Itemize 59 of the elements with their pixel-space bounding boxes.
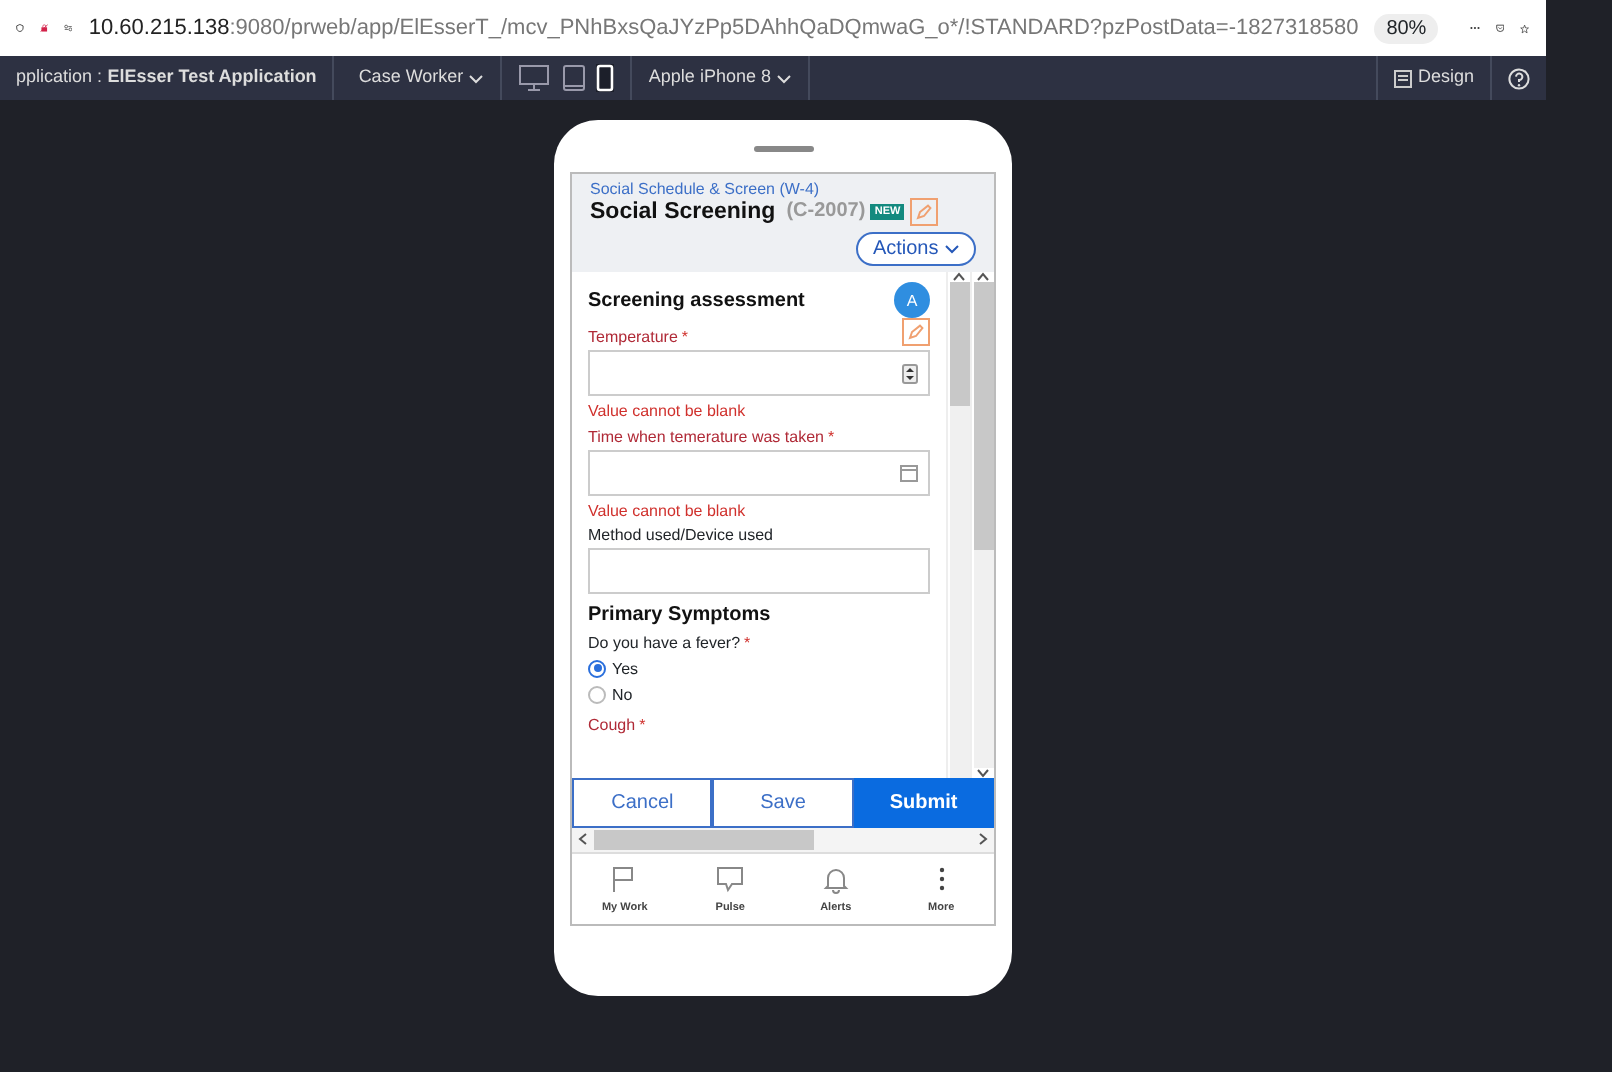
save-button[interactable]: Save [712, 777, 854, 828]
input-field[interactable] [588, 548, 930, 595]
section-heading: Screening assessment [588, 289, 805, 313]
chevron-down-icon [776, 73, 793, 83]
error-message: Value cannot be blank [588, 402, 748, 422]
pencil-icon [916, 204, 932, 221]
field-label: Temperature [588, 328, 678, 347]
application-name: ElEsser Test Application [107, 64, 317, 91]
device-dropdown[interactable]: Apple iPhone 8 [632, 56, 811, 100]
field-label: Time when temerature was taken [588, 427, 824, 446]
tablet-icon[interactable] [561, 64, 586, 92]
design-button[interactable]: Design [1378, 56, 1492, 100]
radio-option[interactable]: No [588, 686, 930, 705]
application-label: pplication : [16, 64, 103, 91]
input-field[interactable] [588, 449, 930, 496]
field-label: Do you have a fever? [588, 633, 741, 652]
calendar-icon[interactable] [900, 463, 918, 482]
design-icon [1394, 69, 1413, 87]
phone-icon[interactable] [596, 64, 615, 92]
help-icon[interactable] [1508, 67, 1530, 89]
error-message: Value cannot be blank [588, 501, 748, 520]
scrollbar-thumb[interactable] [949, 282, 969, 407]
radio-button[interactable] [588, 659, 606, 678]
bell-icon [821, 865, 850, 894]
radio-label: Yes [612, 659, 639, 679]
submit-button[interactable]: Submit [853, 777, 994, 828]
required-asterisk: * [827, 427, 835, 446]
radio-button[interactable] [588, 686, 606, 705]
url-text[interactable]: 10.60.215.138:9080/prweb/app/ElEsserT_/mcv_PNhBxsQaJYzPp5DAhhQaDQmwaG_o*/!STANDARD?pzPostData=-1827318580 [88, 11, 1359, 45]
phone-speaker [753, 146, 813, 152]
required-asterisk: * [744, 633, 751, 652]
case-id: (C-2007) [786, 200, 866, 224]
required-asterisk: * [681, 328, 689, 347]
chat-icon [716, 865, 745, 894]
scroll-right-icon[interactable] [978, 832, 988, 847]
chevron-down-icon [468, 73, 485, 83]
portal-dropdown[interactable]: Case Worker [334, 56, 503, 100]
avatar-circle: A [894, 282, 930, 319]
actions-button[interactable]: Actions [856, 231, 976, 267]
zoom-level[interactable]: 80% [1374, 13, 1439, 43]
pencil-icon [908, 324, 924, 341]
scroll-left-icon[interactable] [578, 832, 588, 847]
scrollbar-thumb[interactable] [973, 282, 993, 550]
breadcrumb-link[interactable]: Social Schedule & Screen (W-4) [590, 180, 976, 199]
radio-label: No [612, 686, 633, 705]
radio-option[interactable]: Yes [588, 659, 930, 679]
flag-icon [610, 865, 639, 894]
field-label: Cough [588, 716, 636, 735]
chevron-down-icon [944, 244, 960, 255]
case-title: Social Screening [590, 199, 776, 226]
scrollbar-thumb[interactable] [594, 829, 814, 850]
field-label: Method used/Device used [588, 526, 773, 545]
input-field[interactable] [588, 350, 930, 397]
scroll-down-icon[interactable] [976, 767, 990, 778]
spinner-icon[interactable] [902, 363, 918, 384]
desktop-icon[interactable] [518, 64, 551, 92]
required-asterisk: * [639, 716, 646, 735]
cancel-button[interactable]: Cancel [572, 777, 713, 828]
section-heading: Primary Symptoms [588, 604, 773, 628]
